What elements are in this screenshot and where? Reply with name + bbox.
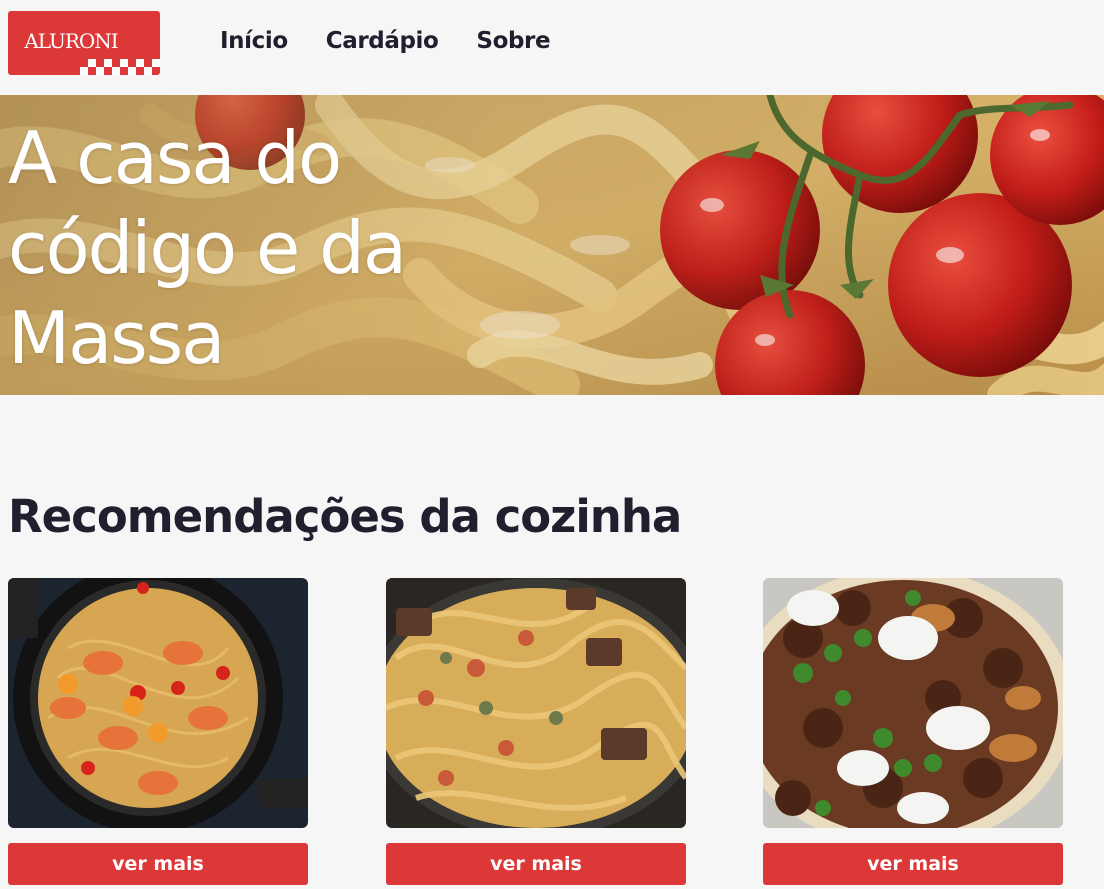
recipe-card: ver mais	[8, 578, 308, 885]
ver-mais-button[interactable]: ver mais	[763, 843, 1063, 885]
main-nav: Início Cardápio Sobre	[220, 28, 588, 54]
nav-link-cardapio[interactable]: Cardápio	[326, 28, 439, 54]
site-header: ALURONI Início Cardápio Sobre	[0, 0, 1104, 95]
ver-mais-button[interactable]: ver mais	[8, 843, 308, 885]
hero-banner: A casa do código e da Massa	[0, 95, 1104, 395]
hero-title: A casa do código e da Massa	[8, 116, 407, 380]
logo-checker-pattern	[80, 59, 160, 75]
section-title: Recomendações da cozinha	[8, 490, 682, 543]
logo-text: ALURONI	[24, 29, 118, 53]
nav-link-inicio[interactable]: Início	[220, 28, 288, 54]
recipe-image-fettuccine-beef[interactable]	[386, 578, 686, 828]
ver-mais-button[interactable]: ver mais	[386, 843, 686, 885]
logo[interactable]: ALURONI	[8, 11, 160, 75]
nav-link-sobre[interactable]: Sobre	[476, 28, 550, 54]
recipe-card: ver mais	[386, 578, 686, 885]
recipe-card: ver mais	[763, 578, 1063, 885]
recipe-image-shrimp-spaghetti[interactable]	[8, 578, 308, 828]
recipe-image-meatballs-burrata[interactable]	[763, 578, 1063, 828]
